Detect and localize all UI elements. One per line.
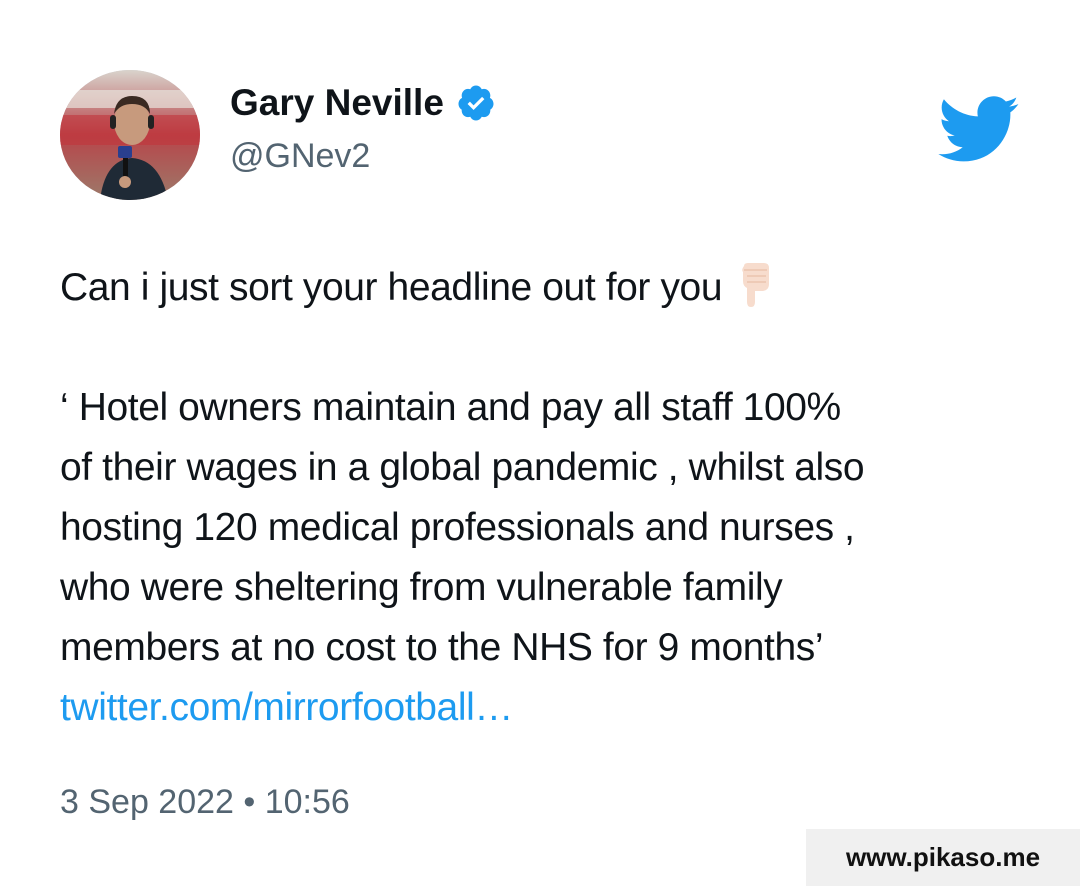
- tweet-line: members at no cost to the NHS for 9 mont…: [60, 626, 824, 669]
- pointing-down-emoji-icon: [742, 263, 770, 307]
- author-name-text: Gary Neville: [230, 82, 444, 123]
- profile-photo: [60, 70, 200, 200]
- avatar[interactable]: [60, 70, 200, 200]
- tweet-line: Can i just sort your headline out for yo…: [60, 258, 1040, 318]
- verified-badge-icon: [458, 85, 494, 121]
- watermark: www.pikaso.me: [806, 829, 1080, 886]
- tweet-line: of their wages in a global pandemic , wh…: [60, 446, 865, 489]
- author-name[interactable]: Gary Neville: [230, 82, 496, 124]
- tweet-line-text: Can i just sort your headline out for yo…: [60, 266, 723, 309]
- tweet-line: hosting 120 medical professionals and nu…: [60, 506, 855, 549]
- tweet-line: ‘ Hotel owners maintain and pay all staf…: [60, 386, 841, 429]
- tweet-line: who were sheltering from vulnerable fami…: [60, 566, 783, 609]
- tweet-text: Can i just sort your headline out for yo…: [60, 258, 1040, 738]
- twitter-bird-icon: [938, 96, 1019, 162]
- tweet-link[interactable]: twitter.com/mirrorfootball…: [60, 686, 513, 729]
- author-handle[interactable]: @GNev2: [230, 137, 370, 176]
- tweet-timestamp[interactable]: 3 Sep 2022 • 10:56: [60, 783, 350, 822]
